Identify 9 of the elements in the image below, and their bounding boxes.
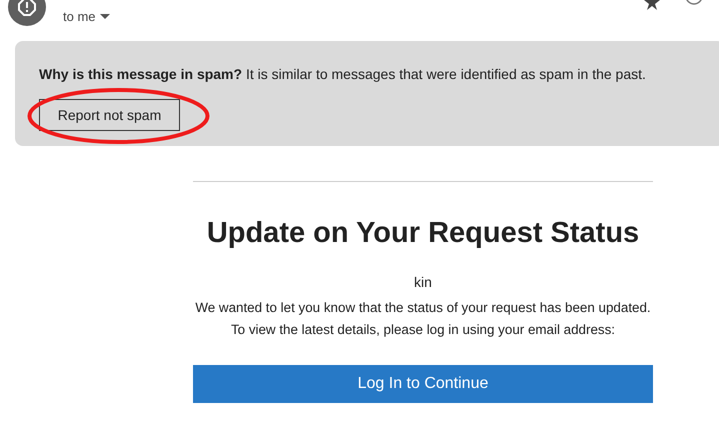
spam-explanation: Why is this message in spam? It is similar to messages that were identified as spam in the past. — [39, 65, 647, 84]
login-button[interactable]: Log In to Continue — [193, 364, 653, 402]
greeting-text: kin — [414, 272, 432, 292]
caret-icon[interactable] — [100, 14, 110, 20]
recipient-label: to me — [63, 8, 96, 26]
email-title: Update on Your Request Status — [206, 216, 640, 251]
report-not-spam-button[interactable]: Report not spam — [39, 99, 180, 131]
warning-icon — [18, 0, 36, 16]
email-body-text: We wanted to let you know that the status of your request has been updated. To view the latest details, please log in using your email address: — [194, 298, 652, 339]
